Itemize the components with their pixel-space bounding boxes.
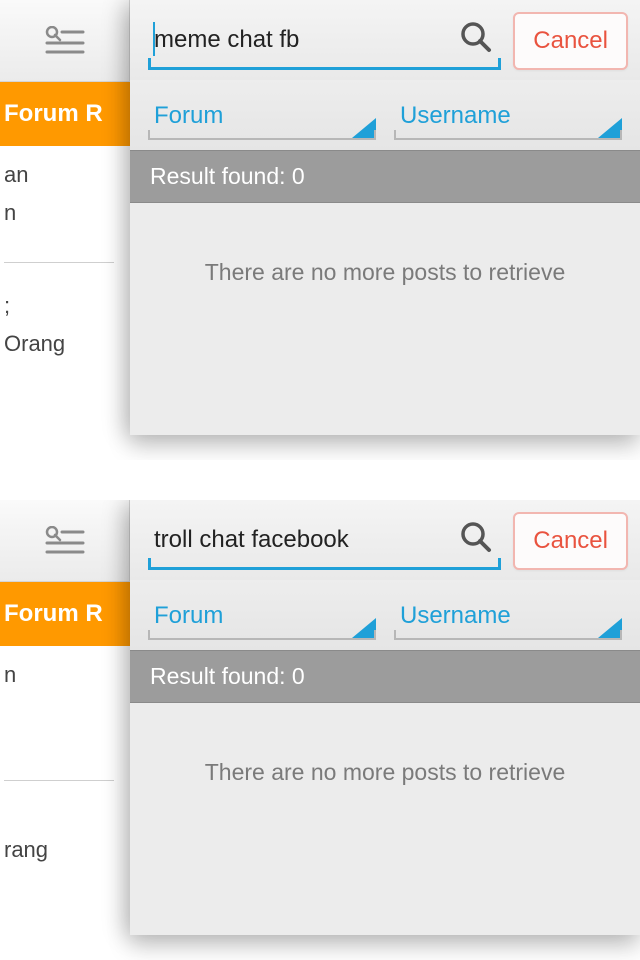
search-input[interactable] [148, 512, 447, 567]
pane-2: Forum R n rang Cance [0, 500, 640, 960]
pane-1: Forum R an n ; Orang [0, 0, 640, 460]
bg-divider [4, 780, 114, 781]
search-field[interactable] [148, 512, 501, 570]
dropdown-corner-icon [352, 118, 376, 138]
bg-menu-button[interactable] [0, 500, 130, 582]
overlay-top-row: Cancel [130, 500, 640, 580]
filter-username[interactable]: Username [394, 594, 622, 640]
magnifier-icon [458, 19, 494, 60]
filter-forum[interactable]: Forum [148, 94, 376, 140]
text-caret [153, 22, 155, 56]
empty-message-text: There are no more posts to retrieve [205, 759, 566, 786]
empty-message-text: There are no more posts to retrieve [205, 259, 566, 286]
pane-separator [0, 460, 640, 500]
cancel-button[interactable]: Cancel [513, 512, 628, 570]
filter-username-label: Username [400, 102, 511, 130]
search-field[interactable] [148, 12, 501, 70]
dropdown-corner-icon [352, 618, 376, 638]
dropdown-corner-icon [598, 618, 622, 638]
filter-username[interactable]: Username [394, 94, 622, 140]
search-submit-button[interactable] [451, 14, 501, 64]
filter-username-label: Username [400, 602, 511, 630]
cancel-label: Cancel [533, 527, 608, 555]
search-lines-icon [45, 26, 85, 56]
search-lines-icon [45, 526, 85, 556]
filter-row: Forum Username [130, 580, 640, 650]
filter-row: Forum Username [130, 80, 640, 150]
search-submit-button[interactable] [451, 514, 501, 564]
empty-message: There are no more posts to retrieve [130, 703, 640, 935]
empty-message: There are no more posts to retrieve [130, 203, 640, 435]
filter-forum[interactable]: Forum [148, 594, 376, 640]
bg-divider [4, 262, 114, 263]
dropdown-corner-icon [598, 118, 622, 138]
result-count-text: Result found: 0 [150, 163, 305, 189]
result-count-bar: Result found: 0 [130, 150, 640, 203]
overlay-top-row: Cancel [130, 0, 640, 80]
result-count-text: Result found: 0 [150, 663, 305, 689]
filter-forum-label: Forum [154, 602, 223, 630]
search-input[interactable] [148, 12, 447, 67]
cancel-label: Cancel [533, 27, 608, 55]
cancel-button[interactable]: Cancel [513, 12, 628, 70]
bg-tab-label[interactable]: Forum R [0, 600, 111, 628]
magnifier-icon [458, 519, 494, 560]
bg-tab-label[interactable]: Forum R [0, 100, 111, 128]
search-overlay: Cancel Forum Username Result found: 0 Th… [130, 0, 640, 435]
filter-forum-label: Forum [154, 102, 223, 130]
bg-menu-button[interactable] [0, 0, 130, 82]
search-overlay: Cancel Forum Username Result found: 0 Th… [130, 500, 640, 935]
result-count-bar: Result found: 0 [130, 650, 640, 703]
